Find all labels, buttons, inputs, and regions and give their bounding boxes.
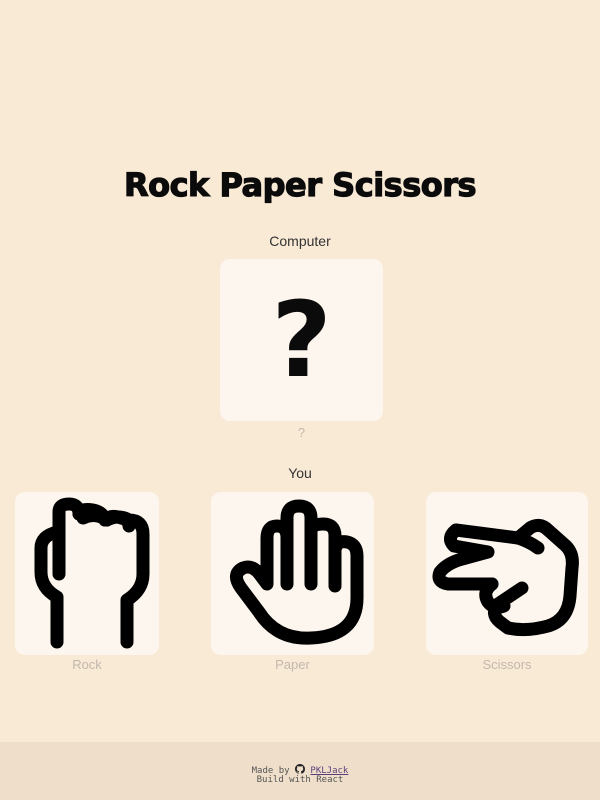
question-mark-icon: ? [271, 279, 332, 401]
scissors-choice-button[interactable] [426, 492, 588, 655]
computer-choice-card: ? [220, 259, 383, 421]
computer-choice-caption: ? [297, 425, 306, 440]
app-page: Rock Paper Scissors Computer ? ? You Roc… [0, 0, 600, 800]
rock-choice-button[interactable] [15, 492, 159, 655]
scissors-hand-icon [432, 518, 579, 637]
player-label: You [288, 465, 312, 481]
paper-caption: Paper [275, 657, 310, 672]
fist-icon [34, 497, 150, 649]
paper-choice-button[interactable] [211, 492, 374, 655]
footer: Made by PKLJack Build with React [0, 742, 600, 800]
footer-build: Build with React [0, 775, 600, 785]
rock-caption: Rock [72, 657, 102, 672]
build-with-text: Build with [256, 775, 311, 785]
scissors-caption: Scissors [482, 657, 532, 672]
open-hand-icon [230, 499, 364, 645]
framework-name: React [316, 775, 344, 785]
computer-label: Computer [269, 233, 331, 249]
page-title: Rock Paper Scissors [123, 165, 477, 204]
github-icon [295, 764, 305, 774]
